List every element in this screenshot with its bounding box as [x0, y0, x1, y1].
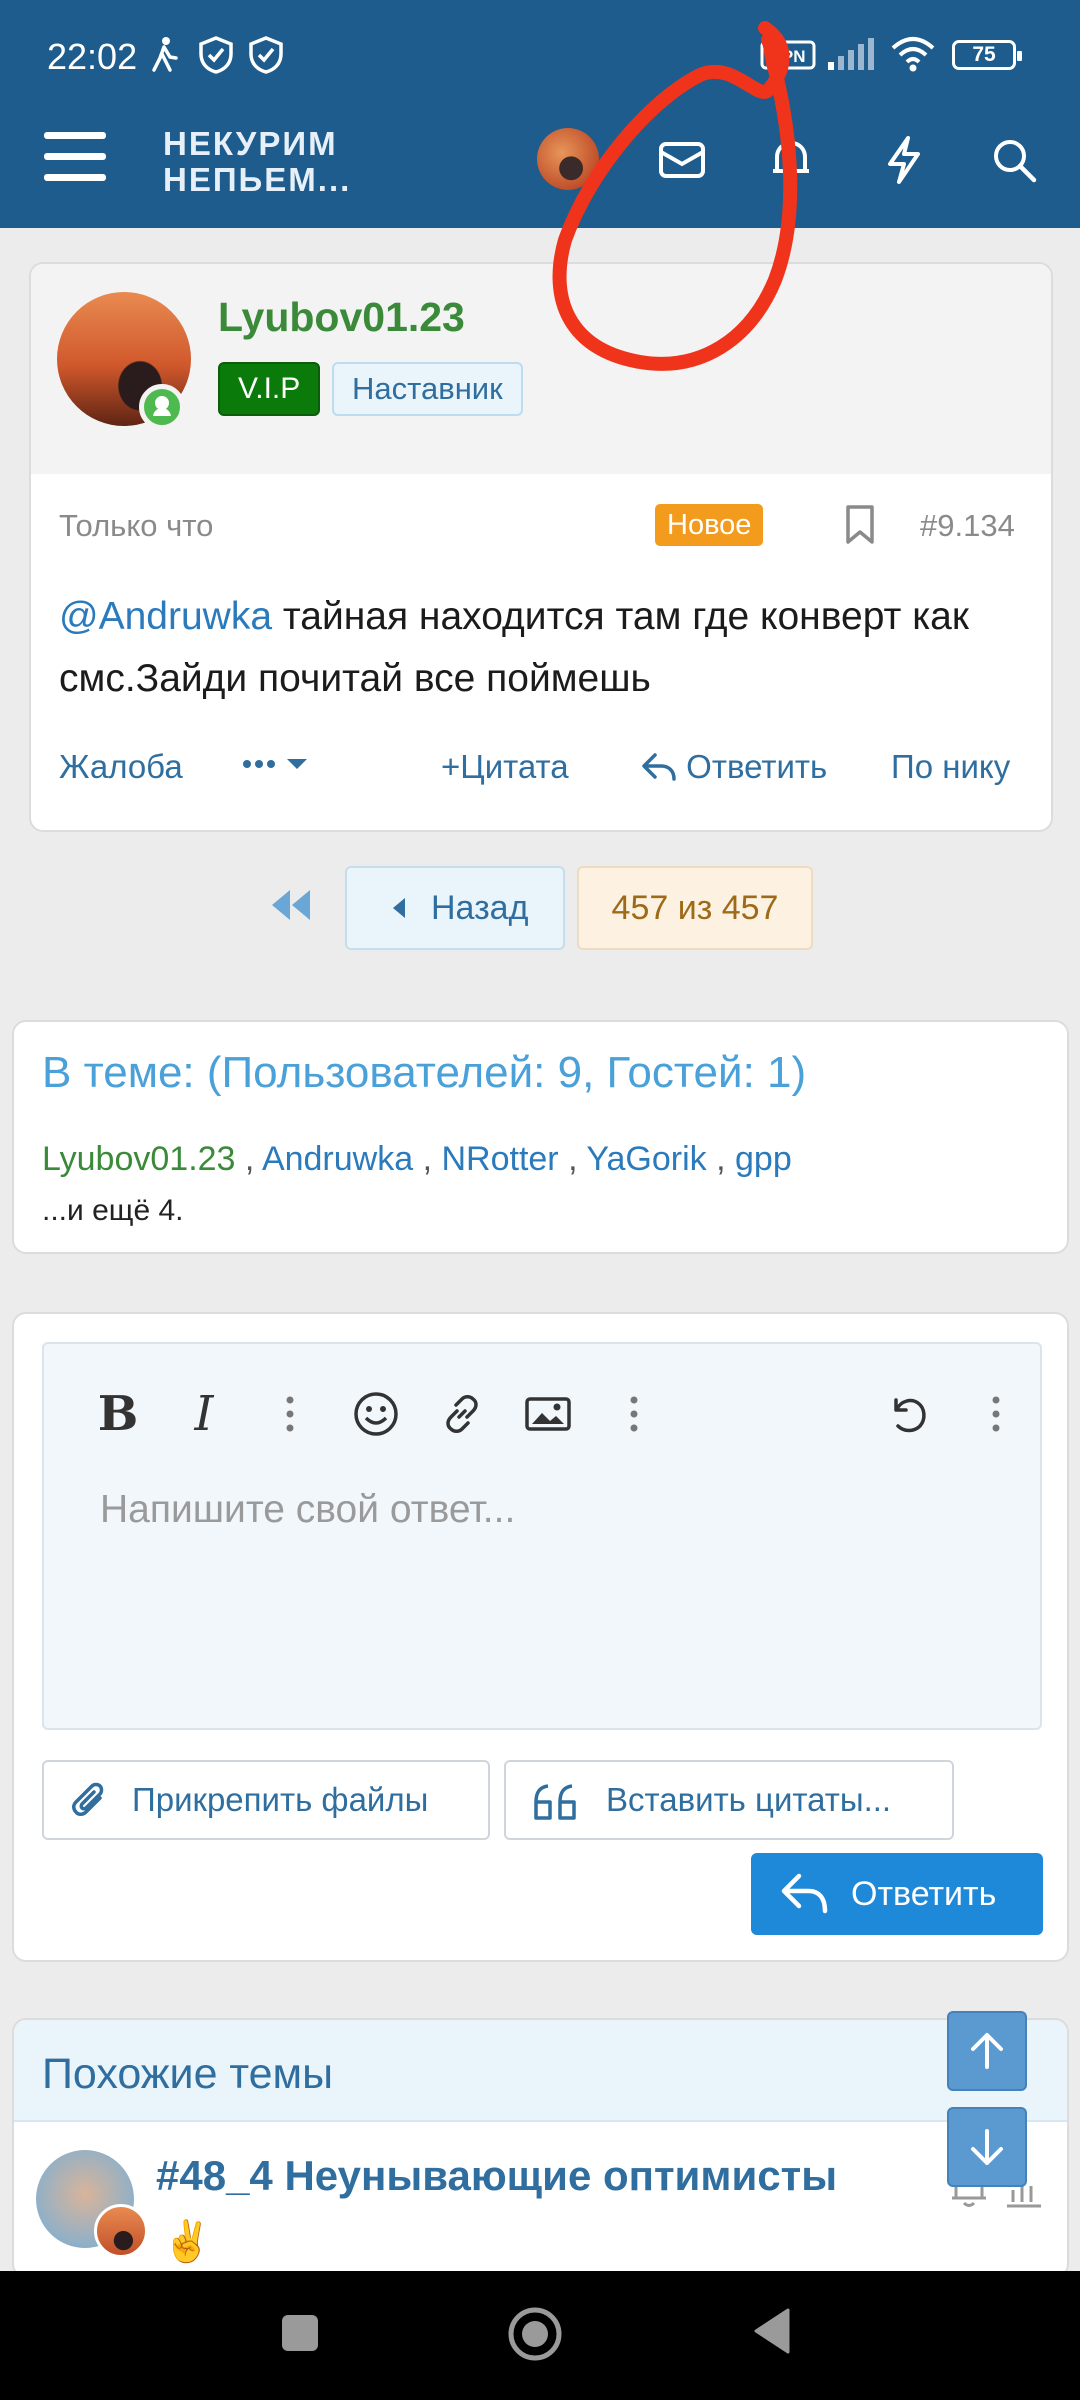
similar-topics-header: Похожие темы — [14, 2020, 1067, 2122]
more-actions-button[interactable] — [237, 744, 313, 792]
shield-check-icon — [248, 36, 284, 83]
scroll-down-button[interactable] — [947, 2107, 1027, 2187]
user-link[interactable]: NRotter — [441, 1140, 558, 1178]
post-card: Lyubov01.23 V.I.P Наставник Только что Н… — [29, 262, 1053, 832]
reply-button[interactable]: Ответить — [641, 748, 827, 786]
site-logo[interactable]: НЕКУРИМ НЕПЬЕМ... — [163, 126, 351, 198]
victory-emoji: ✌️ — [162, 2220, 212, 2264]
more-vertical-icon[interactable] — [260, 1384, 320, 1444]
status-time: 22:02 — [47, 36, 138, 77]
link-icon[interactable] — [432, 1384, 492, 1444]
paperclip-icon — [72, 1782, 104, 1816]
user-link[interactable]: YaGorik — [586, 1140, 706, 1178]
submit-reply-label: Ответить — [851, 1875, 997, 1913]
logo-line1: НЕКУРИМ — [163, 125, 338, 162]
walk-icon — [150, 36, 180, 81]
bookmark-icon[interactable] — [843, 504, 877, 551]
similar-topic-link[interactable]: #48_4 Неунывающие оптимисты — [156, 2152, 837, 2200]
pager-current-page[interactable]: 457 из 457 — [577, 866, 813, 950]
bolt-icon[interactable] — [876, 132, 932, 188]
bold-icon[interactable]: B — [88, 1384, 148, 1444]
attach-files-button[interactable]: Прикрепить файлы — [42, 1760, 490, 1840]
post-number[interactable]: #9.134 — [920, 508, 1015, 544]
post-username[interactable]: Lyubov01.23 — [218, 294, 465, 341]
arrow-down-icon — [971, 2129, 1003, 2165]
bell-icon[interactable] — [763, 132, 819, 188]
undo-icon[interactable] — [878, 1384, 938, 1444]
similar-topics-card: Похожие темы #48_4 Неунывающие оптимисты… — [12, 2018, 1069, 2278]
post-body: @Andruwka тайная находится там где конве… — [59, 586, 1039, 710]
reply-editor[interactable]: B I Напишите свой ответ... — [42, 1342, 1042, 1730]
reply-arrow-icon — [781, 1873, 828, 1914]
system-nav-bar — [0, 2271, 1080, 2400]
app-bar: 22:02 VPN 75 НЕКУРИМ НЕПЬЕМ... — [0, 0, 1080, 228]
arrow-up-icon — [971, 2033, 1003, 2069]
insert-quotes-button[interactable]: Вставить цитаты... — [504, 1760, 954, 1840]
insert-quotes-label: Вставить цитаты... — [606, 1781, 892, 1818]
reply-arrow-icon — [642, 753, 676, 781]
mail-icon[interactable] — [654, 132, 710, 188]
more-vertical-icon[interactable] — [604, 1384, 664, 1444]
logo-line2: НЕПЬЕМ... — [163, 161, 352, 198]
attach-files-label: Прикрепить файлы — [132, 1781, 429, 1818]
users-in-topic-list: Lyubov01.23 , Andruwka , NRotter , YaGor… — [42, 1140, 792, 1178]
more-users-text: ...и ещё 4. — [42, 1194, 184, 1227]
report-link[interactable]: Жалоба — [59, 748, 183, 786]
plus-icon: + — [441, 748, 461, 785]
battery-level: 75 — [952, 40, 1022, 70]
submit-reply-button[interactable]: Ответить — [751, 1853, 1043, 1935]
menu-icon[interactable] — [44, 132, 106, 184]
post-header: Lyubov01.23 V.I.P Наставник — [31, 264, 1051, 474]
status-bar: 22:02 VPN 75 — [0, 0, 1080, 110]
role-badge: Наставник — [332, 362, 523, 416]
scroll-up-button[interactable] — [947, 2011, 1027, 2091]
pager-back-button[interactable]: Назад — [345, 866, 565, 950]
reply-placeholder: Напишите свой ответ... — [100, 1488, 516, 1531]
top-nav: НЕКУРИМ НЕПЬЕМ... — [0, 110, 1080, 228]
search-icon[interactable] — [986, 132, 1042, 188]
quote-icon — [534, 1784, 576, 1820]
avatar[interactable] — [94, 2204, 148, 2258]
more-vertical-icon[interactable] — [966, 1384, 1026, 1444]
by-nick-link[interactable]: По нику — [891, 748, 1010, 786]
emoji-icon[interactable] — [346, 1384, 406, 1444]
reply-label: Ответить — [686, 748, 828, 785]
recents-icon[interactable] — [280, 2313, 320, 2358]
svg-text:VPN: VPN — [771, 47, 806, 66]
first-page-icon[interactable] — [270, 888, 314, 927]
post-time[interactable]: Только что — [59, 508, 213, 544]
italic-icon[interactable]: I — [174, 1384, 234, 1444]
quote-button[interactable]: +Цитата — [441, 748, 569, 786]
vip-badge: V.I.P — [218, 362, 321, 416]
image-icon[interactable] — [518, 1384, 578, 1444]
shield-check-icon — [198, 36, 234, 83]
online-status-icon — [139, 384, 185, 430]
user-link[interactable]: Andruwka — [262, 1140, 413, 1178]
quote-label: Цитата — [460, 748, 569, 785]
user-mention[interactable]: @Andruwka — [59, 595, 272, 638]
user-link[interactable]: gpp — [735, 1140, 792, 1178]
post-actions: Жалоба +Цитата Ответить По нику — [31, 740, 1051, 800]
avatar[interactable] — [537, 128, 599, 190]
user-link[interactable]: Lyubov01.23 — [42, 1140, 235, 1178]
new-badge: Новое — [655, 504, 764, 546]
back-icon[interactable] — [752, 2307, 792, 2360]
signal-icon — [826, 38, 878, 81]
users-in-topic-card: В теме: (Пользователей: 9, Гостей: 1) Ly… — [12, 1020, 1069, 1254]
users-in-topic-title: В теме: (Пользователей: 9, Гостей: 1) — [42, 1048, 807, 1097]
reply-card: B I Напишите свой ответ... Прикрепить фа… — [12, 1312, 1069, 1962]
vpn-icon: VPN — [760, 40, 816, 79]
wifi-icon — [890, 36, 936, 81]
similar-topics-title: Похожие темы — [42, 2050, 334, 2098]
home-icon[interactable] — [506, 2305, 564, 2368]
